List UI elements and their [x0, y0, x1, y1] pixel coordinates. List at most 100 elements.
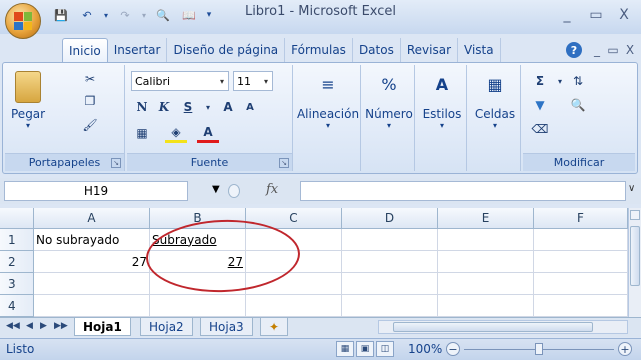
column-header-f[interactable]: F	[534, 208, 628, 229]
paste-button[interactable]: Pegar ▾	[11, 71, 45, 130]
cell-b2[interactable]: 27	[150, 251, 246, 273]
undo-icon[interactable]: ↶	[76, 6, 98, 24]
redo-icon[interactable]: ↷	[114, 6, 136, 24]
insert-sheet-icon[interactable]: ✦	[260, 318, 289, 336]
select-all-corner[interactable]	[0, 208, 34, 229]
zoom-out-icon[interactable]: −	[446, 342, 460, 356]
cell-a2[interactable]: 27	[34, 251, 150, 273]
zoom-slider-thumb[interactable]	[535, 343, 543, 355]
cell-a3[interactable]	[34, 273, 150, 295]
grow-font-button[interactable]: A	[217, 97, 239, 117]
insert-function-icon[interactable]: fx	[266, 182, 278, 197]
tab-revisar[interactable]: Revisar	[401, 38, 458, 62]
cell-c1[interactable]	[246, 229, 342, 251]
help-book-icon[interactable]: 📖	[178, 6, 200, 24]
zoom-in-icon[interactable]: +	[618, 342, 632, 356]
tab-datos[interactable]: Datos	[353, 38, 401, 62]
cut-icon[interactable]: ✂	[79, 69, 101, 89]
cell-b3[interactable]	[150, 273, 246, 295]
row-header-1[interactable]: 1	[0, 229, 34, 251]
sheet-tab-hoja2[interactable]: Hoja2	[140, 318, 193, 336]
cell-e2[interactable]	[438, 251, 534, 273]
row-header-4[interactable]: 4	[0, 295, 34, 317]
page-break-view-icon[interactable]: ◫	[376, 341, 394, 357]
underline-dropdown-icon[interactable]: ▾	[197, 97, 219, 117]
first-sheet-icon[interactable]: ◀◀	[6, 321, 20, 331]
cell-e3[interactable]	[438, 273, 534, 295]
column-header-c[interactable]: C	[246, 208, 342, 229]
horizontal-scrollbar[interactable]	[378, 320, 628, 334]
column-header-b[interactable]: B	[150, 208, 246, 229]
next-sheet-icon[interactable]: ▶	[40, 321, 47, 331]
column-header-e[interactable]: E	[438, 208, 534, 229]
cells-button[interactable]: ▦ Celdas ▾	[471, 69, 519, 131]
sort-filter-icon[interactable]: ⇅	[567, 71, 589, 91]
column-header-d[interactable]: D	[342, 208, 438, 229]
underline-button[interactable]: S	[177, 97, 199, 117]
tab-insertar[interactable]: Insertar	[108, 38, 168, 62]
sheet-tab-hoja1[interactable]: Hoja1	[74, 318, 131, 336]
minimize-button[interactable]: _	[555, 6, 579, 24]
autosum-button[interactable]: Σ	[529, 71, 551, 91]
formula-input[interactable]	[300, 181, 626, 201]
cell-c4[interactable]	[246, 295, 342, 317]
redo-dropdown-icon[interactable]: ▾	[140, 6, 148, 24]
cell-d4[interactable]	[342, 295, 438, 317]
dialog-launcher-icon[interactable]: ↘	[279, 158, 289, 168]
cell-e1[interactable]	[438, 229, 534, 251]
row-header-2[interactable]: 2	[0, 251, 34, 273]
cell-e4[interactable]	[438, 295, 534, 317]
help-icon[interactable]: ?	[566, 42, 582, 58]
sheet-tab-hoja3[interactable]: Hoja3	[200, 318, 253, 336]
copy-icon[interactable]: ❐	[79, 91, 101, 111]
font-color-button[interactable]: A	[197, 123, 219, 143]
format-painter-icon[interactable]: 🖌	[79, 115, 101, 135]
cell-d2[interactable]	[342, 251, 438, 273]
workbook-restore-button[interactable]: ▭	[604, 42, 622, 58]
maximize-button[interactable]: ▭	[584, 6, 608, 24]
font-name-combo[interactable]: Calibri ▾	[131, 71, 229, 91]
undo-dropdown-icon[interactable]: ▾	[102, 6, 110, 24]
print-preview-icon[interactable]: 🔍	[152, 6, 174, 24]
clear-eraser-icon[interactable]: ⌫	[529, 119, 551, 139]
prev-sheet-icon[interactable]: ◀	[26, 321, 33, 331]
expand-formula-bar-icon[interactable]: ∨	[628, 183, 635, 194]
dialog-launcher-icon[interactable]: ↘	[111, 158, 121, 168]
cell-f2[interactable]	[534, 251, 628, 273]
font-size-combo[interactable]: 11 ▾	[233, 71, 273, 91]
fill-color-icon[interactable]: ◈	[165, 123, 187, 143]
customize-toolbar-icon[interactable]: ▾	[204, 6, 214, 24]
close-button[interactable]: X	[612, 6, 636, 24]
cell-b4[interactable]	[150, 295, 246, 317]
cell-f1[interactable]	[534, 229, 628, 251]
styles-button[interactable]: A Estilos ▾	[419, 69, 465, 131]
fill-icon[interactable]: ▼	[529, 95, 551, 115]
borders-icon[interactable]: ▦	[131, 123, 153, 143]
normal-view-icon[interactable]: ▦	[336, 341, 354, 357]
cell-a4[interactable]	[34, 295, 150, 317]
workbook-close-button[interactable]: X	[621, 42, 639, 58]
column-header-a[interactable]: A	[34, 208, 150, 229]
save-icon[interactable]: 💾	[50, 6, 72, 24]
page-layout-view-icon[interactable]: ▣	[356, 341, 374, 357]
name-box[interactable]: H19	[4, 181, 188, 201]
row-header-3[interactable]: 3	[0, 273, 34, 295]
scroll-thumb[interactable]	[393, 322, 593, 332]
italic-button[interactable]: K	[153, 97, 175, 117]
last-sheet-icon[interactable]: ▶▶	[54, 321, 68, 331]
cell-c3[interactable]	[246, 273, 342, 295]
cell-b1[interactable]: Subrayado	[150, 229, 246, 251]
cell-d1[interactable]	[342, 229, 438, 251]
split-handle-icon[interactable]	[630, 210, 640, 220]
tab-vista[interactable]: Vista	[458, 38, 501, 62]
chevron-down-icon[interactable]: ▼	[212, 184, 220, 195]
shrink-font-button[interactable]: A	[239, 97, 261, 117]
tab-diseno-pagina[interactable]: Diseño de página	[167, 38, 286, 62]
tab-formulas[interactable]: Fórmulas	[285, 38, 353, 62]
find-select-icon[interactable]: 🔍	[567, 95, 589, 115]
tab-inicio[interactable]: Inicio	[62, 38, 108, 62]
zoom-level[interactable]: 100%	[408, 342, 442, 356]
cell-c2[interactable]	[246, 251, 342, 273]
alignment-button[interactable]: ≡ Alineación ▾	[297, 69, 359, 131]
cell-f3[interactable]	[534, 273, 628, 295]
